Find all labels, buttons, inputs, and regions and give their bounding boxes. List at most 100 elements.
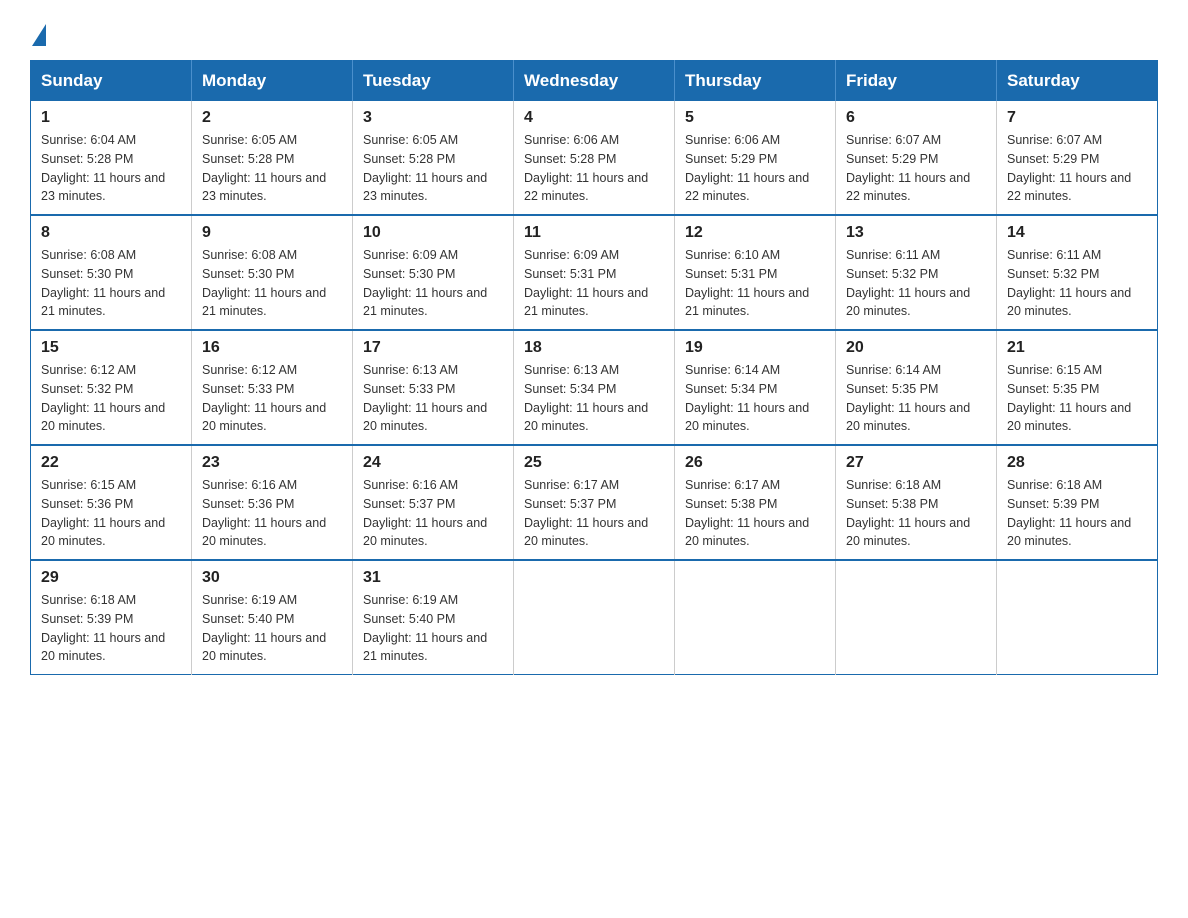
- calendar-day-cell: 16 Sunrise: 6:12 AM Sunset: 5:33 PM Dayl…: [192, 330, 353, 445]
- calendar-day-cell: 22 Sunrise: 6:15 AM Sunset: 5:36 PM Dayl…: [31, 445, 192, 560]
- day-info: Sunrise: 6:16 AM Sunset: 5:36 PM Dayligh…: [202, 476, 342, 551]
- calendar-day-cell: 7 Sunrise: 6:07 AM Sunset: 5:29 PM Dayli…: [997, 101, 1158, 215]
- day-number: 20: [846, 339, 986, 357]
- calendar-day-cell: 2 Sunrise: 6:05 AM Sunset: 5:28 PM Dayli…: [192, 101, 353, 215]
- day-info: Sunrise: 6:07 AM Sunset: 5:29 PM Dayligh…: [1007, 131, 1147, 206]
- day-number: 8: [41, 224, 181, 242]
- calendar-day-cell: 30 Sunrise: 6:19 AM Sunset: 5:40 PM Dayl…: [192, 560, 353, 675]
- day-number: 23: [202, 454, 342, 472]
- day-number: 3: [363, 109, 503, 127]
- calendar-week-row: 22 Sunrise: 6:15 AM Sunset: 5:36 PM Dayl…: [31, 445, 1158, 560]
- day-info: Sunrise: 6:06 AM Sunset: 5:28 PM Dayligh…: [524, 131, 664, 206]
- calendar-day-cell: 10 Sunrise: 6:09 AM Sunset: 5:30 PM Dayl…: [353, 215, 514, 330]
- calendar-day-cell: 28 Sunrise: 6:18 AM Sunset: 5:39 PM Dayl…: [997, 445, 1158, 560]
- day-number: 29: [41, 569, 181, 587]
- calendar-day-cell: 27 Sunrise: 6:18 AM Sunset: 5:38 PM Dayl…: [836, 445, 997, 560]
- calendar-day-cell: 25 Sunrise: 6:17 AM Sunset: 5:37 PM Dayl…: [514, 445, 675, 560]
- day-number: 9: [202, 224, 342, 242]
- logo: [30, 20, 46, 42]
- day-of-week-header: Friday: [836, 61, 997, 102]
- logo-triangle-icon: [32, 24, 46, 46]
- day-number: 28: [1007, 454, 1147, 472]
- day-info: Sunrise: 6:18 AM Sunset: 5:39 PM Dayligh…: [41, 591, 181, 666]
- calendar-week-row: 1 Sunrise: 6:04 AM Sunset: 5:28 PM Dayli…: [31, 101, 1158, 215]
- calendar-day-cell: 9 Sunrise: 6:08 AM Sunset: 5:30 PM Dayli…: [192, 215, 353, 330]
- day-number: 12: [685, 224, 825, 242]
- day-info: Sunrise: 6:10 AM Sunset: 5:31 PM Dayligh…: [685, 246, 825, 321]
- day-number: 15: [41, 339, 181, 357]
- calendar-day-cell: [836, 560, 997, 675]
- calendar-day-cell: 19 Sunrise: 6:14 AM Sunset: 5:34 PM Dayl…: [675, 330, 836, 445]
- calendar-week-row: 15 Sunrise: 6:12 AM Sunset: 5:32 PM Dayl…: [31, 330, 1158, 445]
- day-info: Sunrise: 6:18 AM Sunset: 5:38 PM Dayligh…: [846, 476, 986, 551]
- day-number: 7: [1007, 109, 1147, 127]
- day-number: 27: [846, 454, 986, 472]
- day-info: Sunrise: 6:19 AM Sunset: 5:40 PM Dayligh…: [202, 591, 342, 666]
- calendar-day-cell: 15 Sunrise: 6:12 AM Sunset: 5:32 PM Dayl…: [31, 330, 192, 445]
- calendar-week-row: 29 Sunrise: 6:18 AM Sunset: 5:39 PM Dayl…: [31, 560, 1158, 675]
- day-number: 19: [685, 339, 825, 357]
- day-number: 16: [202, 339, 342, 357]
- day-info: Sunrise: 6:11 AM Sunset: 5:32 PM Dayligh…: [1007, 246, 1147, 321]
- day-info: Sunrise: 6:04 AM Sunset: 5:28 PM Dayligh…: [41, 131, 181, 206]
- day-info: Sunrise: 6:13 AM Sunset: 5:33 PM Dayligh…: [363, 361, 503, 436]
- day-number: 5: [685, 109, 825, 127]
- page-header: [30, 20, 1158, 42]
- day-of-week-header: Monday: [192, 61, 353, 102]
- day-info: Sunrise: 6:19 AM Sunset: 5:40 PM Dayligh…: [363, 591, 503, 666]
- calendar-day-cell: 3 Sunrise: 6:05 AM Sunset: 5:28 PM Dayli…: [353, 101, 514, 215]
- day-info: Sunrise: 6:16 AM Sunset: 5:37 PM Dayligh…: [363, 476, 503, 551]
- calendar-table: SundayMondayTuesdayWednesdayThursdayFrid…: [30, 60, 1158, 675]
- day-number: 24: [363, 454, 503, 472]
- day-info: Sunrise: 6:15 AM Sunset: 5:35 PM Dayligh…: [1007, 361, 1147, 436]
- day-info: Sunrise: 6:17 AM Sunset: 5:38 PM Dayligh…: [685, 476, 825, 551]
- calendar-header: SundayMondayTuesdayWednesdayThursdayFrid…: [31, 61, 1158, 102]
- day-number: 11: [524, 224, 664, 242]
- day-number: 25: [524, 454, 664, 472]
- calendar-day-cell: 29 Sunrise: 6:18 AM Sunset: 5:39 PM Dayl…: [31, 560, 192, 675]
- calendar-day-cell: 20 Sunrise: 6:14 AM Sunset: 5:35 PM Dayl…: [836, 330, 997, 445]
- day-info: Sunrise: 6:11 AM Sunset: 5:32 PM Dayligh…: [846, 246, 986, 321]
- day-number: 31: [363, 569, 503, 587]
- day-number: 6: [846, 109, 986, 127]
- day-info: Sunrise: 6:15 AM Sunset: 5:36 PM Dayligh…: [41, 476, 181, 551]
- calendar-day-cell: [997, 560, 1158, 675]
- calendar-body: 1 Sunrise: 6:04 AM Sunset: 5:28 PM Dayli…: [31, 101, 1158, 675]
- calendar-week-row: 8 Sunrise: 6:08 AM Sunset: 5:30 PM Dayli…: [31, 215, 1158, 330]
- calendar-day-cell: 12 Sunrise: 6:10 AM Sunset: 5:31 PM Dayl…: [675, 215, 836, 330]
- day-number: 2: [202, 109, 342, 127]
- day-info: Sunrise: 6:12 AM Sunset: 5:32 PM Dayligh…: [41, 361, 181, 436]
- day-number: 14: [1007, 224, 1147, 242]
- day-info: Sunrise: 6:13 AM Sunset: 5:34 PM Dayligh…: [524, 361, 664, 436]
- day-info: Sunrise: 6:07 AM Sunset: 5:29 PM Dayligh…: [846, 131, 986, 206]
- calendar-day-cell: 6 Sunrise: 6:07 AM Sunset: 5:29 PM Dayli…: [836, 101, 997, 215]
- day-number: 4: [524, 109, 664, 127]
- calendar-day-cell: 5 Sunrise: 6:06 AM Sunset: 5:29 PM Dayli…: [675, 101, 836, 215]
- calendar-day-cell: [514, 560, 675, 675]
- day-number: 26: [685, 454, 825, 472]
- calendar-day-cell: 4 Sunrise: 6:06 AM Sunset: 5:28 PM Dayli…: [514, 101, 675, 215]
- day-info: Sunrise: 6:09 AM Sunset: 5:31 PM Dayligh…: [524, 246, 664, 321]
- day-info: Sunrise: 6:06 AM Sunset: 5:29 PM Dayligh…: [685, 131, 825, 206]
- day-of-week-header: Thursday: [675, 61, 836, 102]
- day-info: Sunrise: 6:08 AM Sunset: 5:30 PM Dayligh…: [202, 246, 342, 321]
- day-info: Sunrise: 6:08 AM Sunset: 5:30 PM Dayligh…: [41, 246, 181, 321]
- calendar-day-cell: 23 Sunrise: 6:16 AM Sunset: 5:36 PM Dayl…: [192, 445, 353, 560]
- day-number: 13: [846, 224, 986, 242]
- day-of-week-header: Wednesday: [514, 61, 675, 102]
- calendar-day-cell: 1 Sunrise: 6:04 AM Sunset: 5:28 PM Dayli…: [31, 101, 192, 215]
- day-number: 1: [41, 109, 181, 127]
- day-number: 18: [524, 339, 664, 357]
- day-info: Sunrise: 6:18 AM Sunset: 5:39 PM Dayligh…: [1007, 476, 1147, 551]
- calendar-day-cell: 17 Sunrise: 6:13 AM Sunset: 5:33 PM Dayl…: [353, 330, 514, 445]
- day-info: Sunrise: 6:12 AM Sunset: 5:33 PM Dayligh…: [202, 361, 342, 436]
- day-number: 22: [41, 454, 181, 472]
- day-number: 10: [363, 224, 503, 242]
- calendar-day-cell: 31 Sunrise: 6:19 AM Sunset: 5:40 PM Dayl…: [353, 560, 514, 675]
- day-number: 17: [363, 339, 503, 357]
- day-of-week-header: Tuesday: [353, 61, 514, 102]
- day-of-week-header: Sunday: [31, 61, 192, 102]
- day-info: Sunrise: 6:09 AM Sunset: 5:30 PM Dayligh…: [363, 246, 503, 321]
- calendar-day-cell: 24 Sunrise: 6:16 AM Sunset: 5:37 PM Dayl…: [353, 445, 514, 560]
- day-number: 21: [1007, 339, 1147, 357]
